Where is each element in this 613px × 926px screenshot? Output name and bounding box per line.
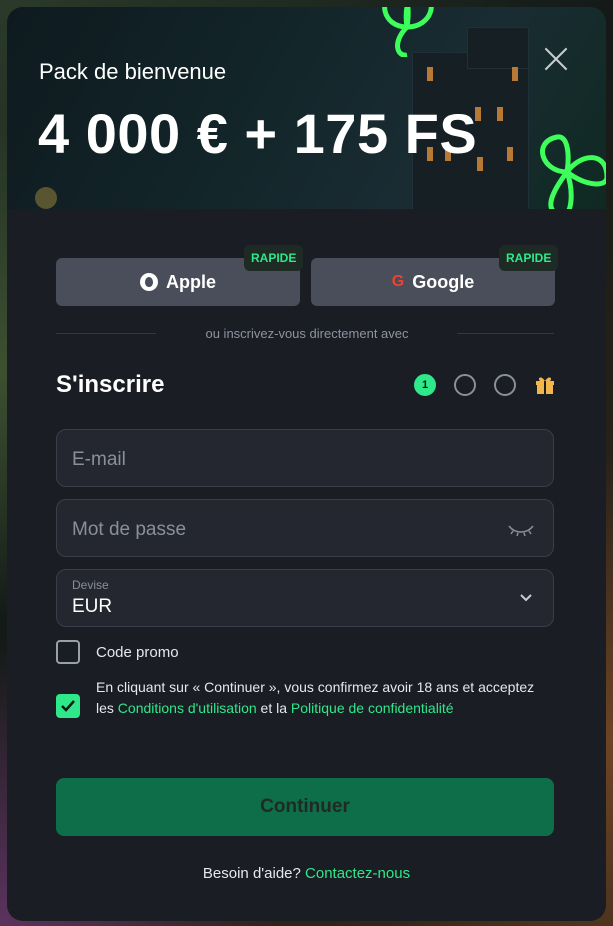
banner-window — [507, 147, 513, 161]
close-icon[interactable] — [542, 45, 570, 73]
shamrock-icon — [382, 7, 434, 57]
banner-window — [497, 107, 503, 121]
google-label: Google — [412, 271, 475, 292]
signup-modal: Pack de bienvenue 4 000 € + 175 FS Apple… — [7, 7, 606, 921]
welcome-banner: Pack de bienvenue 4 000 € + 175 FS — [7, 7, 606, 209]
currency-select[interactable]: Devise EUR — [56, 569, 554, 627]
form-title: S'inscrire — [56, 371, 165, 398]
email-field[interactable]: E-mail — [56, 429, 554, 487]
shamrock-icon — [540, 134, 606, 209]
eye-icon[interactable] — [507, 522, 535, 536]
banner-window — [512, 67, 518, 81]
promo-checkbox[interactable] — [56, 640, 80, 664]
banner-headline: 4 000 € + 175 FS — [38, 102, 478, 165]
fast-badge: RAPIDE — [499, 245, 559, 271]
banner-subtitle: Pack de bienvenue — [39, 59, 227, 84]
currency-label: Devise — [72, 578, 109, 592]
divider-line — [457, 333, 554, 334]
currency-value: EUR — [72, 596, 113, 617]
apple-label: Apple — [165, 271, 216, 292]
terms-text: En cliquant sur « Continuer », vous conf… — [96, 677, 536, 719]
terms-middle: et la — [256, 700, 291, 716]
continue-button[interactable]: Continuer — [56, 778, 554, 836]
contact-link[interactable]: Contactez-nous — [305, 865, 410, 882]
apple-icon — [139, 273, 158, 291]
step-3 — [494, 374, 516, 396]
step-2 — [454, 374, 476, 396]
terms-of-use-link[interactable]: Conditions d'utilisation — [118, 700, 257, 716]
banner-building — [467, 27, 529, 69]
email-placeholder: E-mail — [72, 449, 126, 470]
chevron-down-icon — [520, 594, 532, 602]
gift-icon — [536, 377, 554, 394]
divider-line — [56, 333, 156, 334]
step-1: 1 — [414, 374, 436, 396]
password-placeholder: Mot de passe — [72, 519, 187, 540]
password-field[interactable]: Mot de passe — [56, 499, 554, 557]
terms-checkbox[interactable] — [56, 694, 80, 718]
privacy-policy-link[interactable]: Politique de confidentialité — [291, 700, 454, 716]
divider-text: ou inscrivez-vous directement avec — [205, 326, 409, 341]
google-icon: G — [391, 273, 405, 290]
banner-window — [477, 157, 483, 171]
banner-orb — [35, 187, 57, 209]
help-prefix: Besoin d'aide? — [202, 865, 306, 882]
check-icon — [61, 700, 75, 712]
banner-window — [427, 67, 433, 81]
help-text: Besoin d'aide? Contactez-nous — [7, 865, 606, 882]
fast-badge: RAPIDE — [244, 245, 304, 271]
promo-label: Code promo — [96, 644, 179, 661]
